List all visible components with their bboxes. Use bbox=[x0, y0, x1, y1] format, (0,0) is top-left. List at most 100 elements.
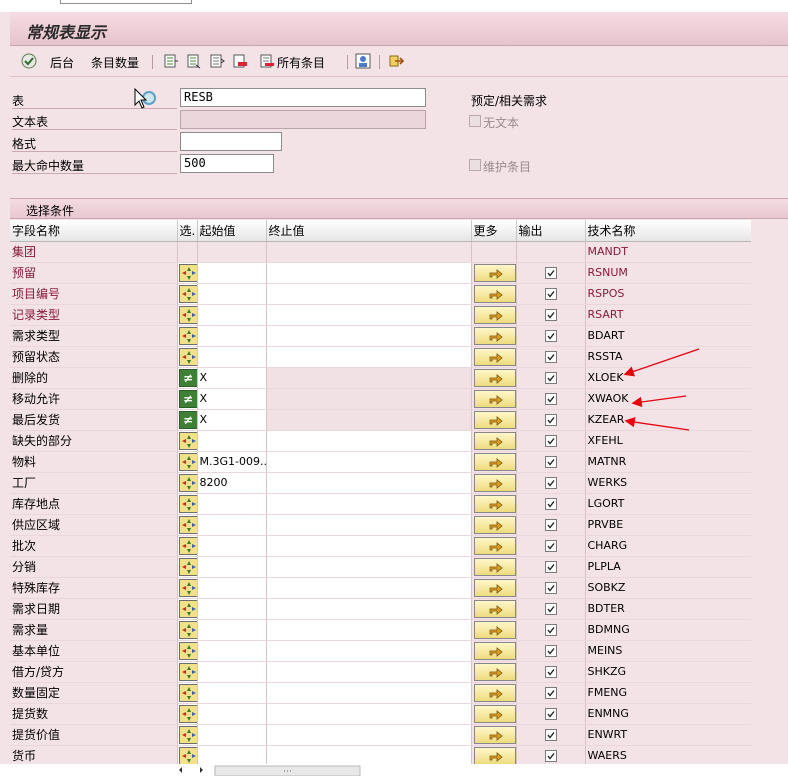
output-checkbox[interactable] bbox=[544, 645, 557, 657]
high-value-input[interactable] bbox=[266, 661, 472, 683]
select-option-icon[interactable] bbox=[178, 515, 196, 534]
select-option-icon[interactable] bbox=[178, 725, 196, 744]
select-option-icon[interactable] bbox=[178, 578, 196, 597]
high-value-input[interactable] bbox=[266, 493, 472, 515]
output-checkbox[interactable] bbox=[544, 414, 557, 426]
more-button[interactable] bbox=[473, 683, 515, 702]
select-option-cell[interactable] bbox=[177, 577, 198, 599]
high-value-input[interactable] bbox=[266, 262, 472, 284]
more-button[interactable] bbox=[473, 557, 515, 576]
delete-selection-icon[interactable] bbox=[232, 53, 248, 69]
high-value-input[interactable] bbox=[266, 724, 472, 746]
high-value-input[interactable] bbox=[266, 619, 472, 641]
select-option-icon[interactable] bbox=[178, 305, 196, 324]
select-option-cell[interactable] bbox=[177, 472, 198, 494]
select-option-cell[interactable] bbox=[177, 556, 198, 578]
select-option-icon[interactable] bbox=[178, 494, 196, 513]
output-checkbox[interactable] bbox=[544, 624, 557, 636]
low-value-input[interactable] bbox=[197, 724, 267, 746]
high-value-input[interactable] bbox=[266, 388, 472, 410]
low-value-input[interactable] bbox=[197, 661, 267, 683]
table-input[interactable]: RESB bbox=[180, 88, 426, 107]
high-value-input[interactable] bbox=[266, 346, 472, 368]
select-option-cell[interactable] bbox=[177, 598, 198, 620]
output-checkbox[interactable] bbox=[544, 582, 557, 594]
select-option-cell[interactable] bbox=[177, 619, 198, 641]
select-option-cell[interactable] bbox=[177, 640, 198, 662]
more-button[interactable] bbox=[473, 515, 515, 534]
select-option-cell[interactable] bbox=[177, 262, 198, 284]
high-value-input[interactable] bbox=[266, 598, 472, 620]
output-checkbox[interactable] bbox=[544, 477, 557, 489]
select-option-icon[interactable] bbox=[178, 557, 196, 576]
output-checkbox[interactable] bbox=[544, 456, 557, 468]
low-value-input[interactable] bbox=[197, 577, 267, 599]
select-fields-icon[interactable] bbox=[186, 53, 202, 69]
low-value-input[interactable]: 8200 bbox=[197, 472, 267, 494]
bottom-scroll-area[interactable] bbox=[0, 764, 788, 776]
select-option-icon[interactable] bbox=[178, 662, 196, 681]
low-value-input[interactable] bbox=[197, 283, 267, 305]
output-checkbox[interactable] bbox=[544, 267, 557, 279]
low-value-input[interactable] bbox=[197, 262, 267, 284]
high-value-input[interactable] bbox=[266, 556, 472, 578]
select-option-cell[interactable] bbox=[177, 304, 198, 326]
low-value-input[interactable] bbox=[197, 640, 267, 662]
select-option-icon[interactable] bbox=[178, 326, 196, 345]
high-value-input[interactable] bbox=[266, 451, 472, 473]
output-checkbox[interactable] bbox=[544, 498, 557, 510]
select-option-cell[interactable] bbox=[177, 325, 198, 347]
more-button[interactable] bbox=[473, 431, 515, 450]
exit-icon[interactable] bbox=[388, 53, 405, 69]
select-option-cell[interactable] bbox=[177, 430, 198, 452]
select-option-cell[interactable] bbox=[177, 514, 198, 536]
output-checkbox[interactable] bbox=[544, 372, 557, 384]
select-option-cell[interactable] bbox=[177, 283, 198, 305]
output-checkbox[interactable] bbox=[544, 330, 557, 342]
user-settings-icon[interactable] bbox=[355, 53, 371, 69]
low-value-input[interactable] bbox=[197, 430, 267, 452]
more-button[interactable] bbox=[473, 599, 515, 618]
low-value-input[interactable] bbox=[197, 745, 267, 767]
more-button[interactable] bbox=[473, 284, 515, 303]
select-option-cell[interactable] bbox=[177, 661, 198, 683]
select-option-cell[interactable] bbox=[177, 745, 198, 767]
max-hits-input[interactable]: 500 bbox=[180, 154, 274, 173]
more-button[interactable] bbox=[473, 305, 515, 324]
more-button[interactable] bbox=[473, 725, 515, 744]
multi-select-icon[interactable] bbox=[209, 53, 225, 69]
entry-count-button[interactable]: 条目数量 bbox=[91, 54, 139, 71]
high-value-input[interactable] bbox=[266, 283, 472, 305]
more-button[interactable] bbox=[473, 263, 515, 282]
output-checkbox[interactable] bbox=[544, 603, 557, 615]
more-button[interactable] bbox=[473, 578, 515, 597]
low-value-input[interactable]: X bbox=[197, 388, 267, 410]
select-option-cell[interactable] bbox=[177, 535, 198, 557]
select-option-icon[interactable] bbox=[178, 641, 196, 660]
not-equal-option-icon[interactable]: ≠ bbox=[178, 410, 196, 429]
output-checkbox[interactable] bbox=[544, 519, 557, 531]
low-value-input[interactable] bbox=[197, 493, 267, 515]
select-option-cell[interactable] bbox=[177, 724, 198, 746]
select-option-cell[interactable] bbox=[177, 703, 198, 725]
high-value-input[interactable] bbox=[266, 640, 472, 662]
output-checkbox[interactable] bbox=[544, 561, 557, 573]
low-value-input[interactable] bbox=[197, 598, 267, 620]
horizontal-scrollbar[interactable] bbox=[0, 764, 788, 776]
more-button[interactable] bbox=[473, 326, 515, 345]
select-option-icon[interactable] bbox=[178, 284, 196, 303]
more-button[interactable] bbox=[473, 746, 515, 765]
high-value-input[interactable] bbox=[266, 409, 472, 431]
top-input-box[interactable] bbox=[60, 0, 192, 4]
execute-icon[interactable] bbox=[21, 53, 37, 69]
high-value-input[interactable] bbox=[266, 745, 472, 767]
low-value-input[interactable] bbox=[197, 556, 267, 578]
output-checkbox[interactable] bbox=[544, 351, 557, 363]
select-option-icon[interactable] bbox=[178, 746, 196, 765]
select-option-icon[interactable] bbox=[178, 536, 196, 555]
more-button[interactable] bbox=[473, 662, 515, 681]
low-value-input[interactable] bbox=[197, 703, 267, 725]
select-option-icon[interactable] bbox=[178, 473, 196, 492]
output-checkbox[interactable] bbox=[544, 666, 557, 678]
high-value-input[interactable] bbox=[266, 472, 472, 494]
